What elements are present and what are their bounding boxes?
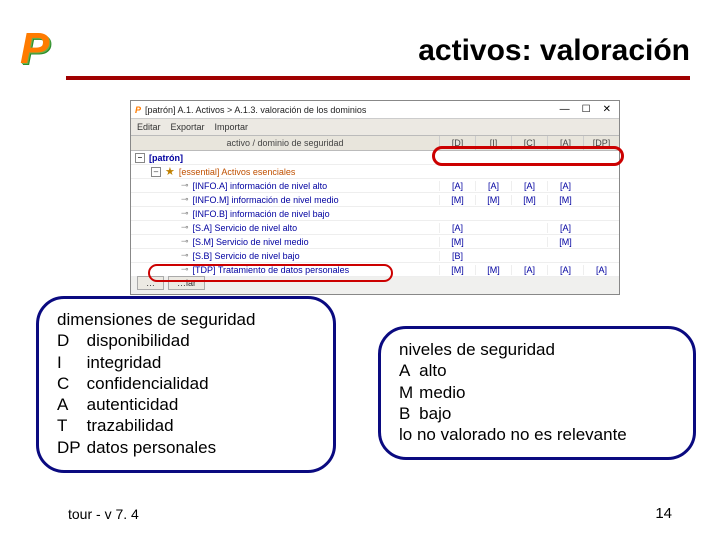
dim-cell: [A] [439,181,475,191]
window-title: [patrón] A.1. Activos > A.1.3. valoració… [145,105,560,115]
row-label: ⊸[INFO.M] información de nivel medio [131,194,439,205]
dim-cell: [M] [439,237,475,247]
row-label: ⊸[INFO.A] información de nivel alto [131,180,439,191]
dim-cell: [M] [475,265,511,275]
app-icon: P [135,105,141,115]
leaf-icon: ⊸ [181,250,189,261]
tree-category[interactable]: –★ [essential] Activos esenciales [131,165,619,179]
row-label: ⊸[TDP] Tratamiento de datos personales [131,264,439,275]
table-row[interactable]: ⊸[S.M] Servicio de nivel medio[M][M] [131,235,619,249]
app-button-1[interactable]: … [137,276,164,290]
footer-tour: tour - v 7. 4 [68,506,139,522]
leaf-icon: ⊸ [181,222,189,233]
title-underline [66,76,690,80]
leaf-icon: ⊸ [181,264,189,275]
table-row[interactable]: ⊸[INFO.B] información de nivel bajo [131,207,619,221]
minimize-button[interactable]: — [560,104,570,115]
menu-editar[interactable]: Editar [137,122,161,132]
tree-area: –[patrón] –★[essential] Activos esencial… [131,151,619,277]
slide-title: activos: valoración [418,34,690,68]
callout-right-table: Aalto Mmedio Bbajo [399,360,471,424]
col-i: [I] [475,136,511,150]
dim-cell: [M] [547,195,583,205]
col-label: activo / dominio de seguridad [131,136,439,150]
app-window: P [patrón] A.1. Activos > A.1.3. valorac… [130,100,620,295]
maximize-button[interactable]: ☐ [582,104,591,115]
dim-cell: [B] [439,251,475,261]
root-label: [patrón] [149,153,183,163]
dim-cell: [A] [547,223,583,233]
leaf-icon: ⊸ [181,208,189,219]
button-bar: … …iar [137,276,205,290]
leaf-icon: ⊸ [181,236,189,247]
leaf-icon: ⊸ [181,194,189,205]
star-icon: ★ [165,165,175,178]
dim-cell: [M] [475,195,511,205]
table-row[interactable]: ⊸[INFO.A] información de nivel alto[A][A… [131,179,619,193]
dim-cell: [A] [547,181,583,191]
col-c: [C] [511,136,547,150]
logo-p: P [20,24,49,74]
table-row[interactable]: ⊸[S.B] Servicio de nivel bajo[B] [131,249,619,263]
callout-dimensiones: dimensiones de seguridad Ddisponibilidad… [36,296,336,473]
table-row[interactable]: ⊸[TDP] Tratamiento de datos personales[M… [131,263,619,277]
callout-right-note: lo no valorado no es relevante [399,424,675,445]
table-row[interactable]: ⊸[S.A] Servicio de nivel alto[A][A] [131,221,619,235]
callout-niveles: niveles de seguridad Aalto Mmedio Bbajo … [378,326,696,460]
row-label: ⊸[INFO.B] información de nivel bajo [131,208,439,219]
dim-cell: [A] [475,181,511,191]
toggle-icon[interactable]: – [135,153,145,163]
menu-importar[interactable]: Importar [215,122,249,132]
col-d: [D] [439,136,475,150]
dim-cell: [A] [511,265,547,275]
row-label: ⊸[S.A] Servicio de nivel alto [131,222,439,233]
dim-cell: [M] [547,237,583,247]
category-label: [essential] Activos esenciales [179,167,296,177]
row-label: ⊸[S.M] Servicio de nivel medio [131,236,439,247]
toggle-icon[interactable]: – [151,167,161,177]
col-a: [A] [547,136,583,150]
row-label: ⊸[S.B] Servicio de nivel bajo [131,250,439,261]
table-row[interactable]: ⊸[INFO.M] información de nivel medio[M][… [131,193,619,207]
dim-cell: [A] [583,265,619,275]
callout-left-header: dimensiones de seguridad [57,309,315,330]
leaf-icon: ⊸ [181,180,189,191]
dim-cell: [M] [439,195,475,205]
columns-header: activo / dominio de seguridad [D] [I] [C… [131,135,619,151]
close-button[interactable]: ✕ [603,104,611,115]
menu-exportar[interactable]: Exportar [171,122,205,132]
tree-root[interactable]: –[patrón] [131,151,619,165]
page-number: 14 [655,505,672,522]
dim-cell: [A] [439,223,475,233]
dim-cell: [M] [439,265,475,275]
titlebar: P [patrón] A.1. Activos > A.1.3. valorac… [131,101,619,119]
menubar: Editar Exportar Importar [131,119,619,135]
app-button-2[interactable]: …iar [168,276,205,290]
dim-cell: [A] [547,265,583,275]
callout-left-table: Ddisponibilidad Iintegridad Cconfidencia… [57,330,222,458]
col-dp: [DP] [583,136,619,150]
dim-cell: [M] [511,195,547,205]
dim-cell: [A] [511,181,547,191]
callout-right-header: niveles de seguridad [399,339,675,360]
